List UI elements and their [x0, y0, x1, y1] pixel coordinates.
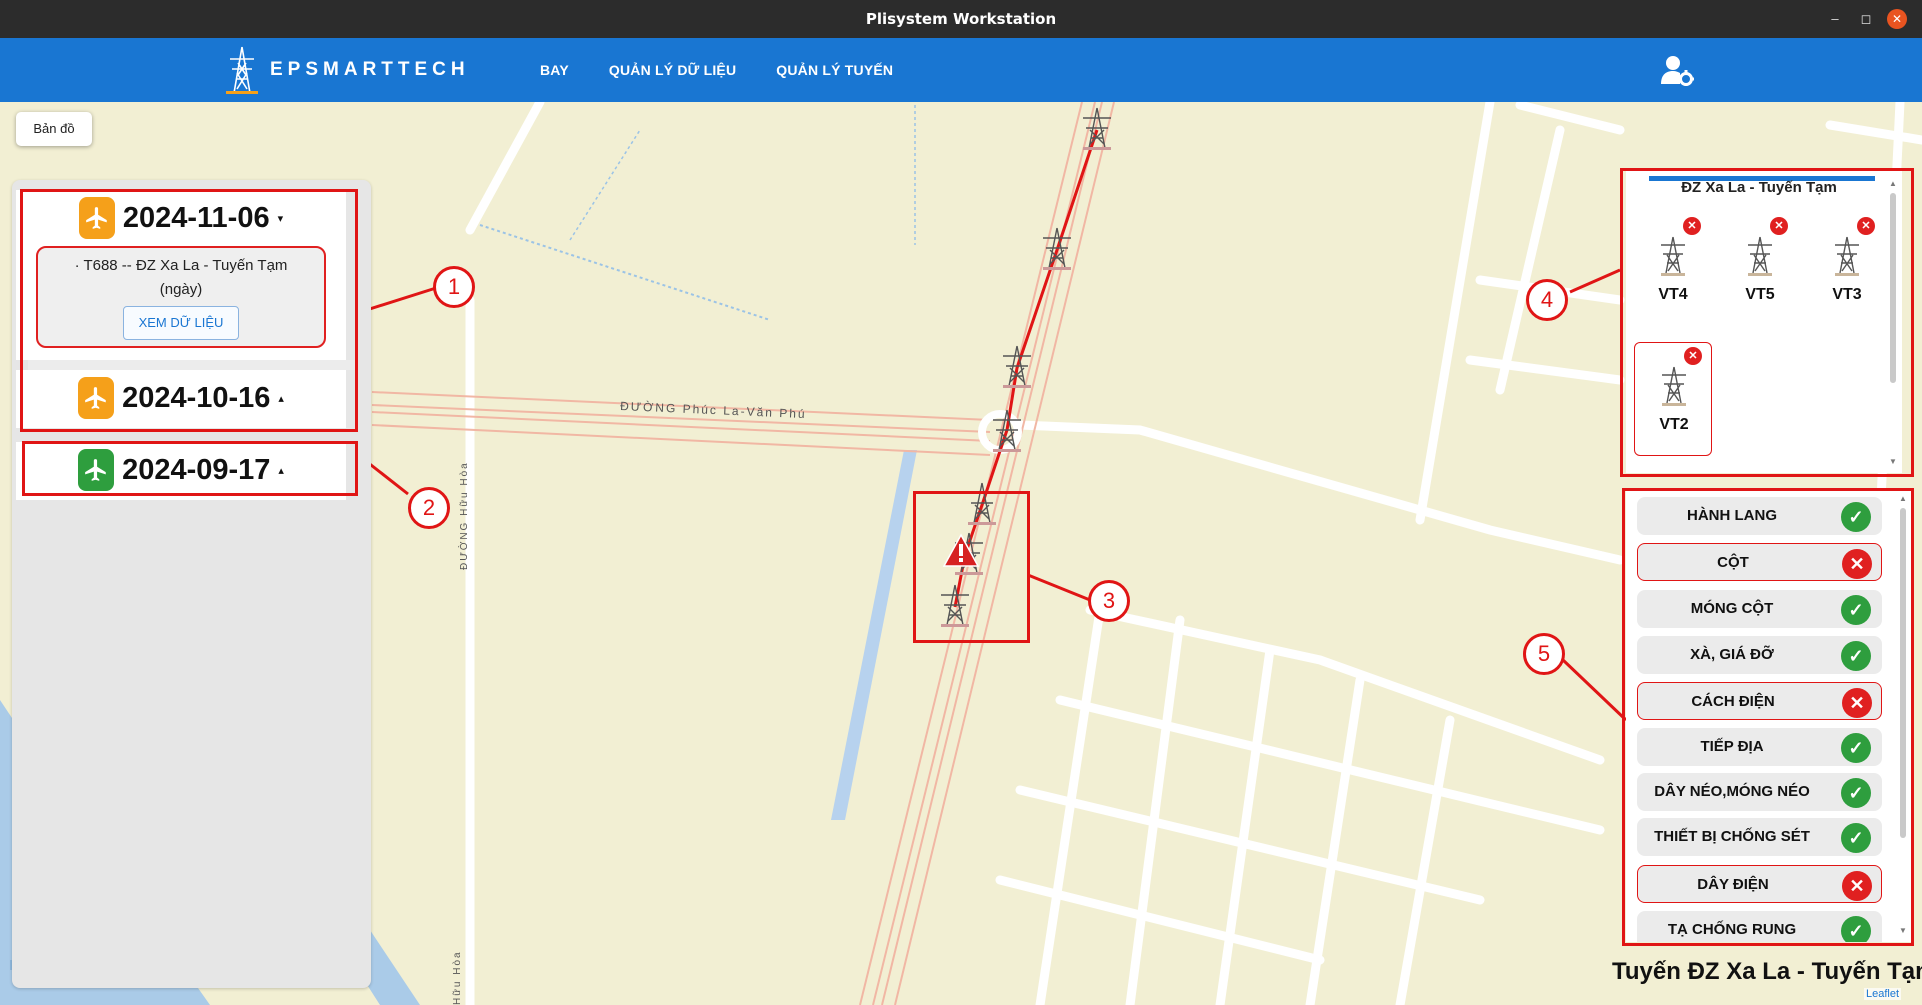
- brand-name: EPSMARTTECH: [270, 59, 470, 80]
- app-header: EPSMARTTECH BAY QUẢN LÝ DỮ LIỆU QUẢN LÝ …: [0, 38, 1922, 102]
- nav-bay[interactable]: BAY: [520, 38, 589, 102]
- callout-4: 4: [1526, 279, 1568, 321]
- tower-logo-icon: [226, 46, 258, 94]
- window-title: Plisystem Workstation: [865, 10, 1057, 28]
- map-layer-button[interactable]: Bản đồ: [16, 112, 92, 146]
- nav-route-management[interactable]: QUẢN LÝ TUYẾN: [756, 38, 913, 102]
- annotation-box-2: [22, 441, 358, 496]
- road-label-side-bottom: Hữu Hòa: [452, 950, 463, 1005]
- nav-data-management[interactable]: QUẢN LÝ DỮ LIỆU: [589, 38, 756, 102]
- road-label-side: ĐƯỜNG Hữu Hòa: [457, 461, 470, 570]
- annotation-box-4: [1620, 168, 1914, 477]
- route-title: Tuyến ĐZ Xa La - Tuyến Tạm: [1612, 958, 1922, 985]
- callout-2: 2: [408, 487, 450, 529]
- maximize-button[interactable]: ◻: [1856, 9, 1876, 29]
- annotation-box-3: [913, 491, 1030, 643]
- minimize-button[interactable]: –: [1825, 9, 1845, 29]
- brand[interactable]: EPSMARTTECH: [222, 44, 470, 96]
- callout-3: 3: [1088, 580, 1130, 622]
- user-gear-icon[interactable]: [1660, 54, 1694, 86]
- annotation-box-1: [20, 189, 358, 432]
- annotation-box-5: [1622, 488, 1914, 946]
- callout-1: 1: [433, 266, 475, 308]
- main-nav: BAY QUẢN LÝ DỮ LIỆU QUẢN LÝ TUYẾN: [520, 38, 913, 102]
- callout-5: 5: [1523, 633, 1565, 675]
- window-titlebar: Plisystem Workstation – ◻ ✕: [0, 0, 1922, 38]
- leaflet-attribution[interactable]: Leaflet: [1864, 988, 1902, 1000]
- close-button[interactable]: ✕: [1887, 9, 1907, 29]
